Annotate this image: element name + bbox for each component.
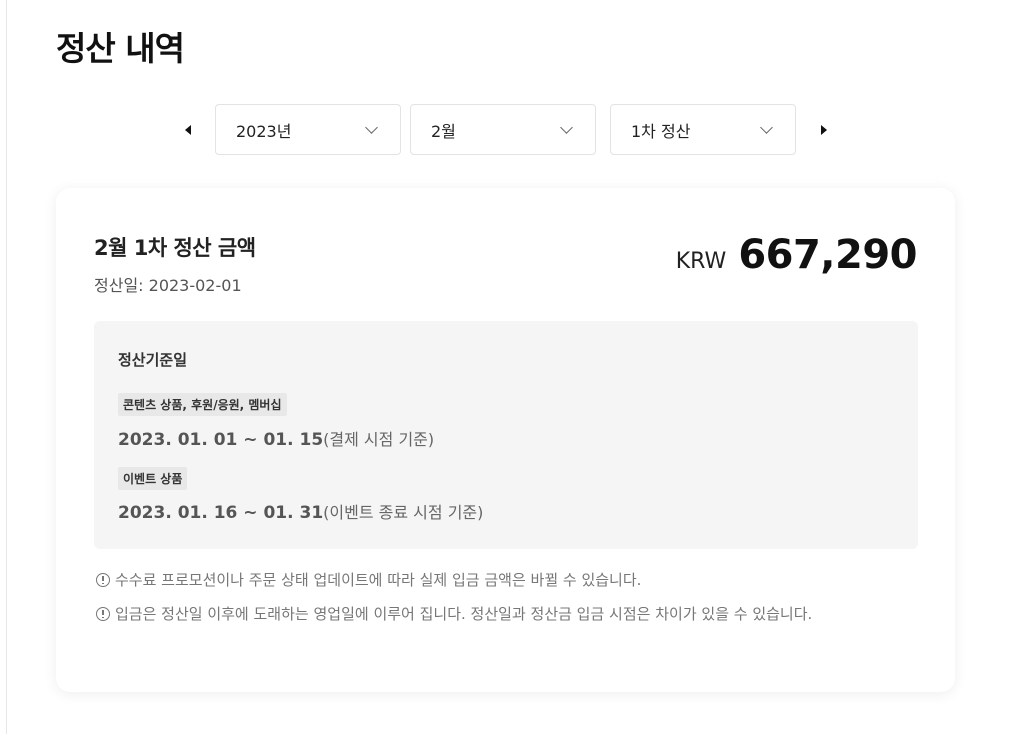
caret-left-icon	[185, 125, 191, 135]
notice-text: 수수료 프로모션이나 주문 상태 업데이트에 따라 실제 입금 금액은 바뀔 수…	[115, 571, 642, 589]
next-period-button[interactable]	[814, 118, 834, 142]
period-range: 2023. 01. 16 ~ 01. 31	[118, 503, 324, 523]
chevron-down-icon	[365, 120, 378, 134]
category-tag: 이벤트 상품	[118, 467, 188, 490]
info-icon	[96, 607, 110, 621]
basis-title: 정산기준일	[118, 351, 188, 369]
period-note: (결제 시점 기준)	[323, 430, 435, 449]
month-select[interactable]: 2월	[410, 104, 596, 155]
category-tag: 콘텐츠 상품, 후원/응원, 멤버십	[118, 393, 287, 416]
settlement-card: 2월 1차 정산 금액 정산일: 2023-02-01 KRW 667,290 …	[56, 188, 955, 692]
round-select[interactable]: 1차 정산	[610, 104, 796, 155]
caret-right-icon	[821, 125, 827, 135]
notice-item: 수수료 프로모션이나 주문 상태 업데이트에 따라 실제 입금 금액은 바뀔 수…	[96, 568, 641, 592]
year-select-value: 2023년	[236, 121, 292, 141]
amount-value: 667,290	[738, 232, 917, 278]
month-select-value: 2월	[431, 121, 456, 141]
settlement-amount: KRW 667,290	[675, 232, 918, 278]
year-select[interactable]: 2023년	[215, 104, 401, 155]
prev-period-button[interactable]	[178, 118, 198, 142]
notice-item: 입금은 정산일 이후에 도래하는 영업일에 이루어 집니다. 정산일과 정산금 …	[96, 602, 916, 626]
settlement-title: 2월 1차 정산 금액	[94, 236, 256, 260]
basis-period: 2023. 01. 16 ~ 01. 31(이벤트 종료 시점 기준)	[118, 499, 483, 523]
settlement-date: 정산일: 2023-02-01	[94, 276, 242, 295]
info-icon	[96, 573, 110, 587]
chevron-down-icon	[560, 120, 573, 134]
chevron-down-icon	[760, 120, 773, 134]
filter-bar: 2023년 2월 1차 정산	[178, 104, 838, 157]
period-range: 2023. 01. 01 ~ 01. 15	[118, 430, 324, 450]
currency-label: KRW	[675, 249, 727, 274]
basis-period: 2023. 01. 01 ~ 01. 15(결제 시점 기준)	[118, 426, 434, 450]
round-select-value: 1차 정산	[631, 121, 691, 141]
left-divider	[6, 0, 7, 734]
settlement-basis-box: 정산기준일 콘텐츠 상품, 후원/응원, 멤버십 2023. 01. 01 ~ …	[94, 321, 918, 549]
period-note: (이벤트 종료 시점 기준)	[323, 503, 484, 522]
notice-text: 입금은 정산일 이후에 도래하는 영업일에 이루어 집니다. 정산일과 정산금 …	[115, 605, 813, 623]
page-title: 정산 내역	[56, 29, 185, 68]
